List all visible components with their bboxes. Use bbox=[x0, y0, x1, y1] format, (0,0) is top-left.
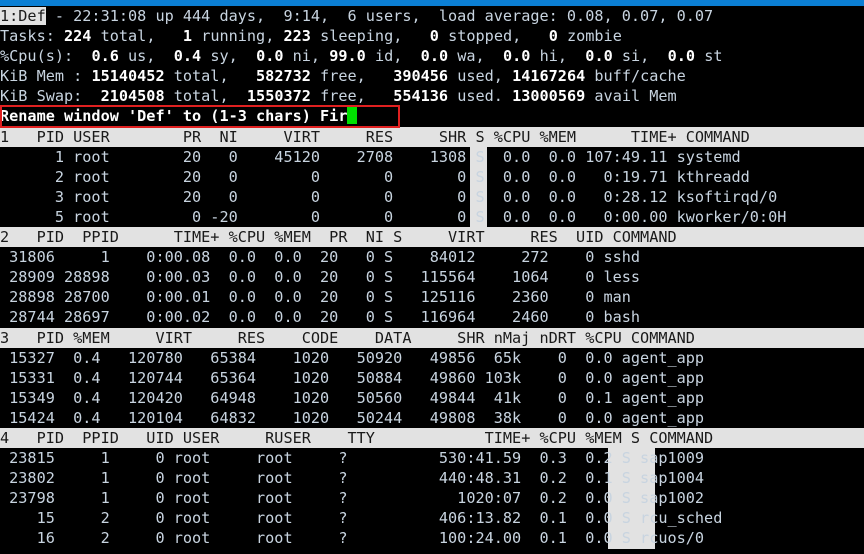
terminal-screen[interactable]: 1:Def - 22:31:08 up 444 days, 9:14, 6 us… bbox=[0, 6, 864, 549]
table-row[interactable]: 23802 1 0 root root ? 440:48.31 0.2 0.1 … bbox=[0, 468, 864, 488]
table-row[interactable]: 16 2 0 root root ? 100:24.00 0.1 0.0 S r… bbox=[0, 528, 864, 548]
top-window-2: 2 PID PPID TIME+ %CPU %MEM PR NI S VIRT … bbox=[0, 227, 864, 327]
process-rows-3: 15327 0.4 120780 65384 1020 50920 49856 … bbox=[0, 348, 864, 428]
top-window-3: 3 PID %MEM VIRT RES CODE DATA SHR nMaj n… bbox=[0, 327, 864, 428]
table-row[interactable]: 15424 0.4 120104 64832 1020 50244 49808 … bbox=[0, 408, 864, 428]
summary-tasks-line: Tasks: 224 total, 1 running, 223 sleepin… bbox=[0, 27, 622, 46]
summary-mem-line: KiB Mem : 15140452 total, 582732 free, 3… bbox=[0, 67, 686, 86]
table-row[interactable]: 23798 1 0 root root ? 1020:07 0.2 0.0 S … bbox=[0, 488, 864, 508]
column-header-1[interactable]: 1 PID USER PR NI VIRT RES SHR S %CPU %ME… bbox=[0, 126, 864, 147]
text-cursor bbox=[347, 107, 357, 125]
window-tag[interactable]: 1:Def bbox=[0, 7, 46, 25]
terminal-window: 1:Def - 22:31:08 up 444 days, 9:14, 6 us… bbox=[0, 0, 864, 554]
table-row[interactable]: 15 2 0 root root ? 406:13.82 0.1 0.0 S r… bbox=[0, 508, 864, 528]
summary-swap-line: KiB Swap: 2104508 total, 1550372 free, 5… bbox=[0, 87, 677, 106]
table-row[interactable]: 1 root 20 0 45120 2708 1308 S 0.0 0.0 10… bbox=[0, 147, 864, 167]
uptime-text: - 22:31:08 up 444 days, 9:14, 6 users, l… bbox=[45, 7, 714, 25]
rename-window-prompt[interactable]: Rename window 'Def' to (1-3 chars) Fir bbox=[0, 106, 864, 126]
table-row[interactable]: 5 root 0 -20 0 0 0 S 0.0 0.0 0:00.00 kwo… bbox=[0, 207, 864, 227]
table-row[interactable]: 15327 0.4 120780 65384 1020 50920 49856 … bbox=[0, 348, 864, 368]
table-row[interactable]: 15349 0.4 120420 64948 1020 50560 49844 … bbox=[0, 388, 864, 408]
process-rows-2: 31806 1 0:00.08 0.0 0.0 20 0 S 84012 272… bbox=[0, 247, 864, 327]
summary-uptime-line: 1:Def - 22:31:08 up 444 days, 9:14, 6 us… bbox=[0, 6, 864, 26]
table-row[interactable]: 28744 28697 0:00.02 0.0 0.0 20 0 S 11696… bbox=[0, 307, 864, 327]
column-header-2[interactable]: 2 PID PPID TIME+ %CPU %MEM PR NI S VIRT … bbox=[0, 227, 864, 248]
summary-cpu-line: %Cpu(s): 0.6 us, 0.4 sy, 0.0 ni, 99.0 id… bbox=[0, 47, 723, 66]
table-row[interactable]: 28898 28700 0:00.01 0.0 0.0 20 0 S 12511… bbox=[0, 287, 864, 307]
table-row[interactable]: 31806 1 0:00.08 0.0 0.0 20 0 S 84012 272… bbox=[0, 247, 864, 267]
table-row[interactable]: 15331 0.4 120744 65364 1020 50884 49860 … bbox=[0, 368, 864, 388]
top-window-1: 1 PID USER PR NI VIRT RES SHR S %CPU %ME… bbox=[0, 126, 864, 228]
table-row[interactable]: 23815 1 0 root root ? 530:41.59 0.3 0.2 … bbox=[0, 448, 864, 468]
process-rows-4: 23815 1 0 root root ? 530:41.59 0.3 0.2 … bbox=[0, 448, 864, 548]
table-row[interactable]: 2 root 20 0 0 0 0 S 0.0 0.0 0:19.71 kthr… bbox=[0, 167, 864, 187]
rename-prompt-text: Rename window 'Def' to (1-3 chars) Fir bbox=[0, 107, 348, 126]
table-row[interactable]: 3 root 20 0 0 0 0 S 0.0 0.0 0:28.12 ksof… bbox=[0, 187, 864, 207]
column-header-3[interactable]: 3 PID %MEM VIRT RES CODE DATA SHR nMaj n… bbox=[0, 327, 864, 348]
process-rows-1: 1 root 20 0 45120 2708 1308 S 0.0 0.0 10… bbox=[0, 147, 864, 227]
table-row[interactable]: 28909 28898 0:00.03 0.0 0.0 20 0 S 11556… bbox=[0, 267, 864, 287]
top-window-4: 4 PID PPID UID USER RUSER TTY TIME+ %CPU… bbox=[0, 427, 864, 549]
column-header-4[interactable]: 4 PID PPID UID USER RUSER TTY TIME+ %CPU… bbox=[0, 427, 864, 449]
